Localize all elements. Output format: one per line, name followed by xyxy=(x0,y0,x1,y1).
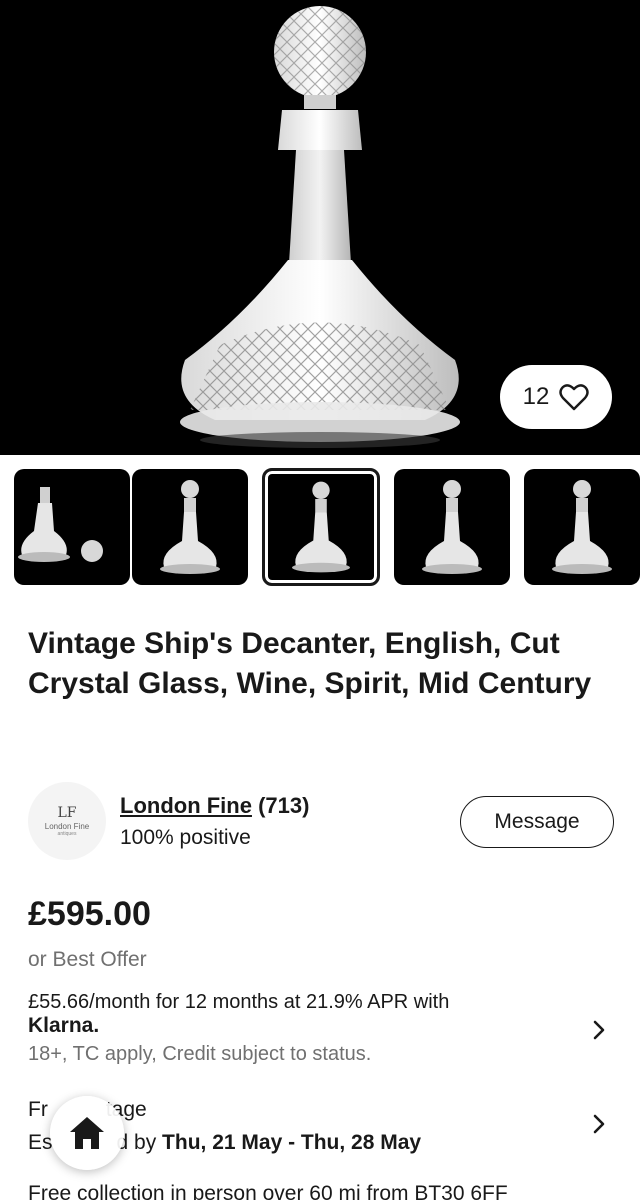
best-offer-label: or Best Offer xyxy=(28,948,147,971)
seller-avatar[interactable]: LF London Fine antiques xyxy=(28,782,106,860)
thumbnail-5[interactable] xyxy=(524,469,640,585)
thumbnail-image xyxy=(18,487,103,562)
price: £595.00 xyxy=(28,895,151,933)
collection-info: Free collection in person over 60 mi fro… xyxy=(28,1182,508,1200)
seller-positive-feedback: 100% positive xyxy=(120,826,251,849)
thumbnail-strip xyxy=(0,455,640,600)
chevron-right-icon xyxy=(593,1114,605,1134)
message-button[interactable]: Message xyxy=(460,796,614,848)
klarna-terms: 18+, TC apply, Credit subject to status. xyxy=(28,1043,372,1065)
thumbnail-4[interactable] xyxy=(394,469,510,585)
delivery-estimate-start: Es xyxy=(28,1131,53,1154)
klarna-brand: Klarna. xyxy=(28,1014,100,1037)
thumbnail-image xyxy=(160,480,220,574)
watch-count: 12 xyxy=(522,383,550,410)
seller-name-link[interactable]: London Fine xyxy=(120,793,252,818)
thumbnail-image xyxy=(422,480,482,574)
seller-feedback-count: (713) xyxy=(258,793,310,818)
klarna-installment-text: £55.66/month for 12 months at 21.9% APR … xyxy=(28,991,450,1013)
seller-logo-monogram: LF xyxy=(57,804,77,821)
thumbnail-1[interactable] xyxy=(14,469,130,585)
thumbnail-image xyxy=(552,480,612,574)
item-page: 12 Vintage Ship's Decanter, English, Cut… xyxy=(0,0,640,1200)
thumbnail-image xyxy=(292,481,350,573)
seller-name-row: London Fine (713) xyxy=(120,793,309,819)
heart-icon xyxy=(559,384,590,411)
thumbnail-2[interactable] xyxy=(132,469,248,585)
watch-button[interactable]: 12 xyxy=(500,365,612,429)
seller-logo-sub: antiques xyxy=(57,830,77,837)
listing-title: Vintage Ship's Decanter, English, Cut Cr… xyxy=(28,627,592,700)
home-icon xyxy=(70,1117,104,1149)
seller-logo-name: London Fine xyxy=(44,821,90,831)
hero-image[interactable]: 12 xyxy=(0,0,640,455)
postage-label-start: Fr xyxy=(28,1098,48,1121)
thumbnail-3[interactable] xyxy=(262,468,380,586)
chevron-right-icon xyxy=(593,1020,605,1040)
home-button[interactable] xyxy=(50,1096,124,1170)
delivery-dates: Thu, 21 May - Thu, 28 May xyxy=(162,1131,422,1154)
